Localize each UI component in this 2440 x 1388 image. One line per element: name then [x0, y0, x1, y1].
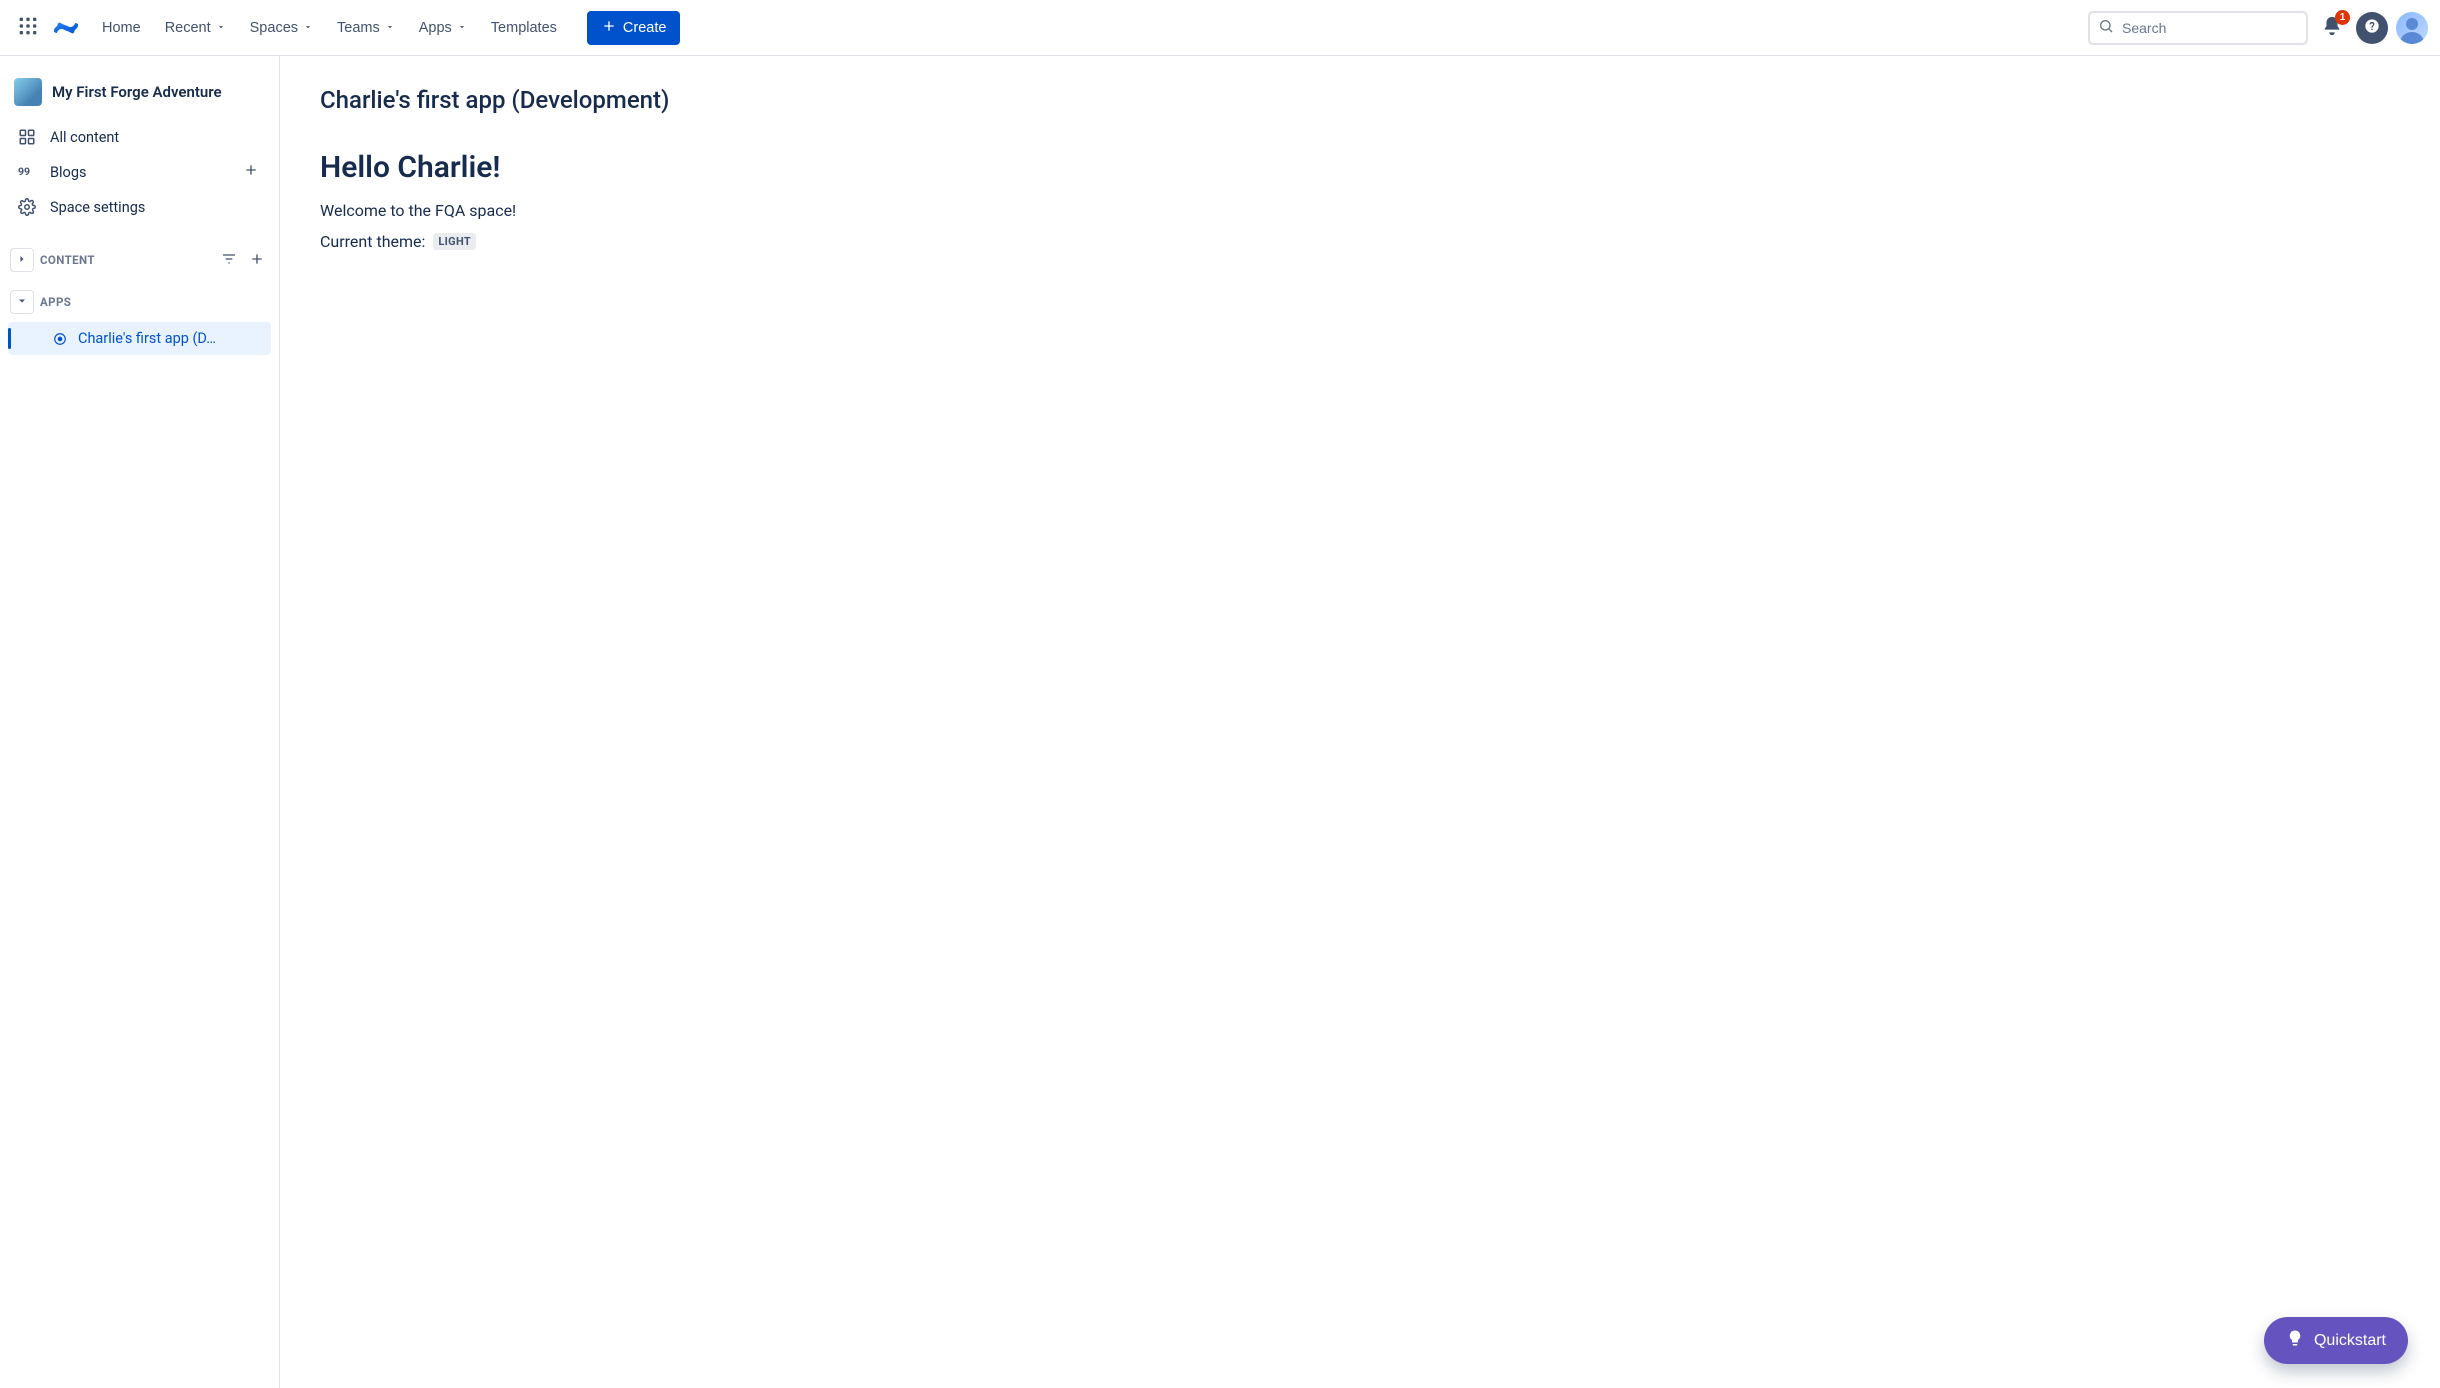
tree-section-apps: APPS Charlie's first app (D… [8, 286, 271, 355]
nav-left: Home Recent Spaces Teams Apps Templates … [12, 11, 680, 45]
sidebar-link-label: All content [50, 129, 119, 146]
plus-icon [601, 18, 617, 38]
help-button[interactable] [2356, 12, 2388, 44]
search-icon [2098, 18, 2114, 38]
nav-apps[interactable]: Apps [409, 14, 477, 42]
tree-actions-content [217, 248, 269, 272]
theme-row: Current theme: LIGHT [320, 232, 2400, 251]
all-content-icon [18, 128, 36, 146]
plus-icon [243, 162, 259, 182]
tree-header-content: CONTENT [8, 244, 271, 276]
sidebar: My First Forge Adventure All content 99 … [0, 56, 280, 1388]
blogs-icon: 99 [18, 163, 36, 181]
tree-section-content: CONTENT [8, 244, 271, 276]
tree-label-content: CONTENT [40, 253, 95, 267]
plus-icon [249, 251, 265, 270]
nav-apps-label: Apps [419, 20, 452, 36]
notifications-button[interactable]: 1 [2316, 12, 2348, 44]
chevron-down-icon [385, 20, 395, 36]
quickstart-button[interactable]: Quickstart [2264, 1317, 2408, 1364]
app-switcher-button[interactable] [12, 12, 44, 44]
search-input[interactable] [2122, 20, 2303, 36]
create-label: Create [623, 20, 667, 36]
tree-toggle-apps[interactable] [10, 290, 34, 314]
tree-toggle-content[interactable] [10, 248, 34, 272]
nav-templates-label: Templates [491, 20, 557, 36]
space-icon [14, 78, 42, 106]
sidebar-link-label: Space settings [50, 199, 145, 216]
add-blog-button[interactable] [241, 162, 261, 182]
chevron-down-icon [16, 295, 28, 310]
nav-recent-label: Recent [165, 20, 211, 36]
chevron-down-icon [303, 20, 313, 36]
add-content-button[interactable] [245, 248, 269, 272]
gear-icon [18, 198, 36, 216]
confluence-logo-icon[interactable] [54, 16, 78, 40]
chevron-down-icon [216, 20, 226, 36]
nav-spaces-label: Spaces [250, 20, 298, 36]
app-item-icon [52, 331, 68, 347]
sidebar-link-space-settings[interactable]: Space settings [8, 190, 271, 224]
filter-button[interactable] [217, 248, 241, 272]
svg-text:99: 99 [18, 165, 30, 178]
search-box[interactable] [2088, 11, 2308, 45]
layout: My First Forge Adventure All content 99 … [0, 56, 2440, 1388]
nav-home[interactable]: Home [92, 14, 151, 42]
lightbulb-icon [2286, 1329, 2304, 1352]
theme-badge: LIGHT [433, 233, 476, 250]
filter-icon [221, 251, 237, 270]
tree-header-apps: APPS [8, 286, 271, 318]
create-button[interactable]: Create [587, 11, 681, 45]
sidebar-link-blogs[interactable]: 99 Blogs [8, 154, 271, 190]
quickstart-label: Quickstart [2314, 1332, 2386, 1350]
question-icon [2364, 18, 2380, 37]
nav-home-label: Home [102, 20, 141, 36]
content-welcome: Welcome to the FQA space! [320, 201, 2400, 220]
space-header[interactable]: My First Forge Adventure [8, 74, 271, 120]
nav-teams[interactable]: Teams [327, 14, 405, 42]
profile-avatar[interactable] [2396, 12, 2428, 44]
sidebar-link-all-content[interactable]: All content [8, 120, 271, 154]
nav-spaces[interactable]: Spaces [240, 14, 323, 42]
content-heading: Hello Charlie! [320, 150, 2400, 185]
page-title: Charlie's first app (Development) [320, 86, 2400, 114]
notification-badge: 1 [2335, 10, 2350, 25]
nav-recent[interactable]: Recent [155, 14, 236, 42]
tree-item-label: Charlie's first app (D… [78, 330, 216, 347]
app-switcher-icon [18, 16, 38, 39]
nav-templates[interactable]: Templates [481, 14, 567, 42]
chevron-right-icon [16, 253, 28, 268]
tree-label-apps: APPS [40, 295, 71, 309]
nav-teams-label: Teams [337, 20, 380, 36]
space-name: My First Forge Adventure [52, 83, 222, 101]
theme-label: Current theme: [320, 232, 425, 251]
nav-right: 1 [2088, 11, 2428, 45]
main-content: Charlie's first app (Development) Hello … [280, 56, 2440, 1388]
tree-item-charlies-app[interactable]: Charlie's first app (D… [8, 322, 271, 355]
sidebar-link-label: Blogs [50, 164, 86, 181]
top-nav: Home Recent Spaces Teams Apps Templates … [0, 0, 2440, 56]
chevron-down-icon [457, 20, 467, 36]
